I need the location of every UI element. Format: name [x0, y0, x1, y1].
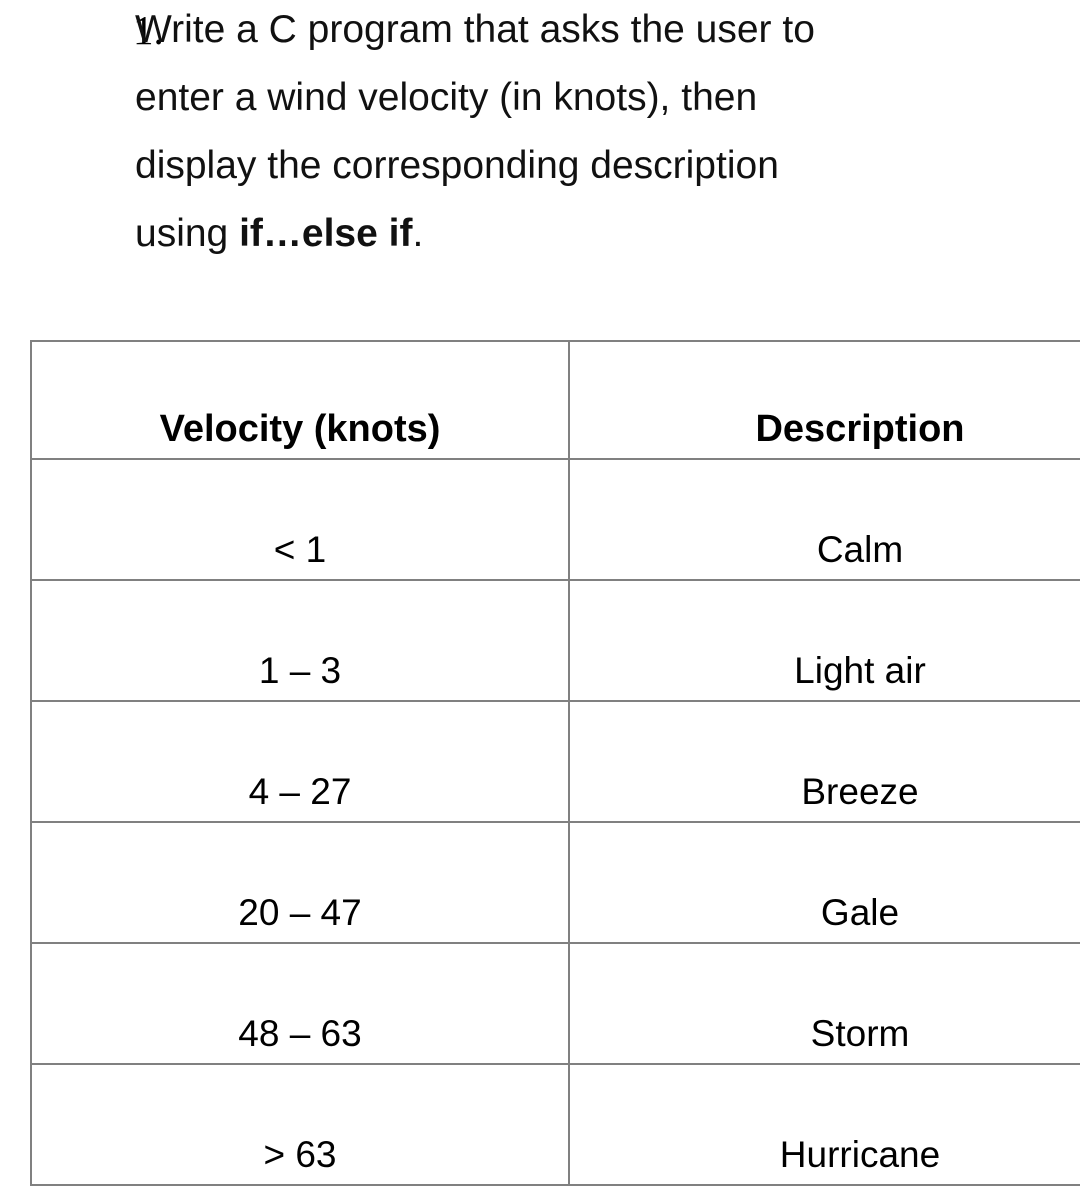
- table-row: 1 – 3 Light air: [30, 579, 1080, 702]
- table-body: < 1 Calm 1 – 3 Light air 4 – 27 Breeze 2…: [30, 458, 1080, 1186]
- table-row: 4 – 27 Breeze: [30, 700, 1080, 823]
- table-row: 20 – 47 Gale: [30, 821, 1080, 944]
- cell-velocity: 1 – 3: [30, 579, 570, 702]
- cell-description: Gale: [568, 821, 1080, 944]
- question-line-1: Write a C program that asks the user to: [135, 8, 815, 51]
- cell-description: Storm: [568, 942, 1080, 1065]
- question-line-4: using if…else if.: [135, 200, 935, 268]
- question-item-1: 1. Write a C program that asks the user …: [0, 0, 1080, 268]
- cell-velocity: 48 – 63: [30, 942, 570, 1065]
- question-line-3: display the corresponding description: [135, 144, 779, 187]
- cell-velocity: 20 – 47: [30, 821, 570, 944]
- question-line-2: enter a wind velocity (in knots), then: [135, 76, 758, 119]
- cell-description: Hurricane: [568, 1063, 1080, 1186]
- document-page: 1. Write a C program that asks the user …: [0, 0, 1080, 1186]
- question-line-4-suffix: .: [412, 212, 424, 255]
- cell-velocity: 4 – 27: [30, 700, 570, 823]
- cell-velocity: < 1: [30, 458, 570, 581]
- table-row: 48 – 63 Storm: [30, 942, 1080, 1065]
- cell-description: Light air: [568, 579, 1080, 702]
- column-header-description: Description: [568, 340, 1080, 460]
- cell-description: Calm: [568, 458, 1080, 581]
- column-header-velocity: Velocity (knots): [30, 340, 570, 460]
- question-block: 1. Write a C program that asks the user …: [0, 0, 1080, 268]
- table-row: < 1 Calm: [30, 458, 1080, 581]
- question-text: Write a C program that asks the user to …: [135, 0, 935, 268]
- cell-description: Breeze: [568, 700, 1080, 823]
- table-header-row: Velocity (knots) Description: [30, 340, 1080, 460]
- cell-velocity: > 63: [30, 1063, 570, 1186]
- table-row: > 63 Hurricane: [30, 1063, 1080, 1186]
- question-line-4-prefix: using: [135, 212, 240, 255]
- question-keyword-bold: if…else if: [239, 212, 413, 255]
- wind-velocity-table: Velocity (knots) Description < 1 Calm 1 …: [30, 340, 1080, 1186]
- question-number: 1.: [133, 7, 164, 53]
